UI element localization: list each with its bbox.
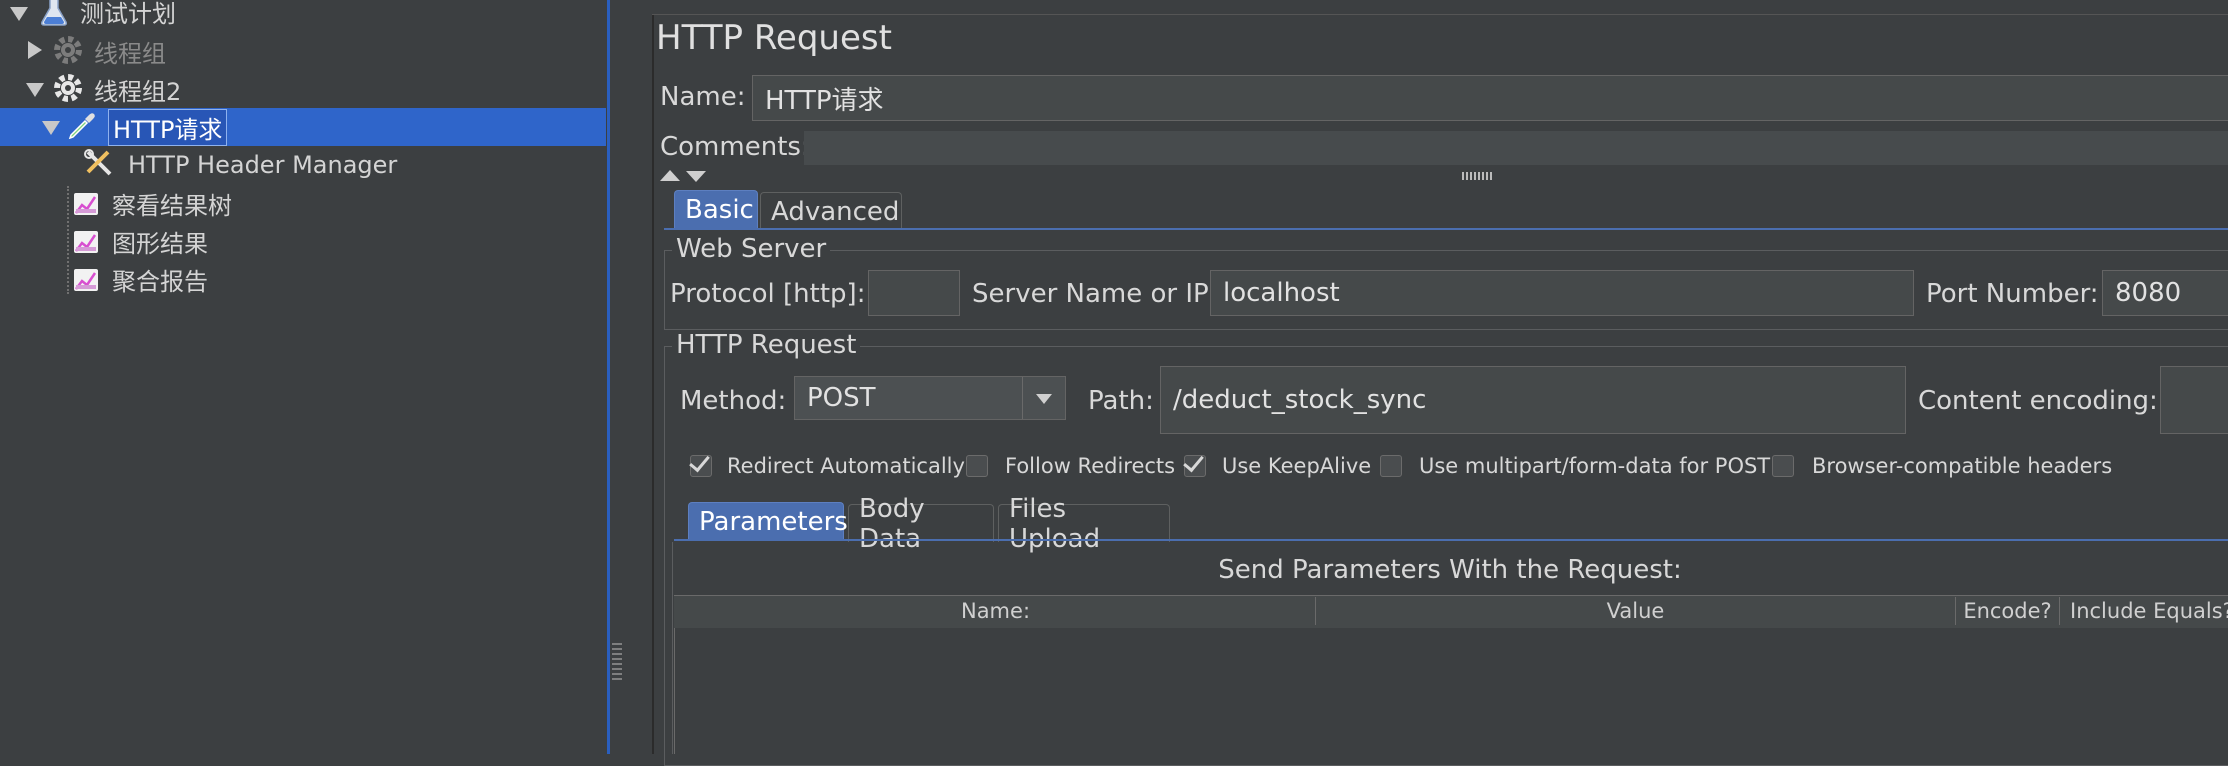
graph-chart-icon xyxy=(74,231,98,253)
tree-item-label: HTTP Header Manager xyxy=(128,151,398,179)
tab-body-data[interactable]: Body Data xyxy=(848,494,994,554)
web-server-legend: Web Server xyxy=(672,234,831,264)
tab-advanced[interactable]: Advanced xyxy=(760,192,902,230)
tree-guide-line xyxy=(67,186,69,294)
server-name-field[interactable]: localhost xyxy=(1210,270,1914,316)
use-multipart-label: Use multipart/form-data for POST xyxy=(1419,454,1771,478)
method-label: Method: xyxy=(680,386,787,416)
tab-underline xyxy=(664,228,2228,230)
panel-border xyxy=(652,14,2228,15)
tab-parameters[interactable]: Parameters xyxy=(688,502,848,540)
http-request-legend: HTTP Request xyxy=(672,330,861,360)
method-select[interactable]: POST xyxy=(794,376,1066,420)
tree-item-http-request[interactable]: HTTP请求 xyxy=(108,108,228,146)
column-header-value[interactable]: Value xyxy=(1316,597,1956,625)
tree-item-graph-results[interactable]: 图形结果 xyxy=(108,222,212,260)
browser-compatible-headers-label: Browser-compatible headers xyxy=(1812,454,2113,478)
follow-redirects-checkbox[interactable] xyxy=(966,455,988,477)
tree-item-label: 线程组2 xyxy=(94,77,182,106)
tree-item-label: 察看结果树 xyxy=(112,191,232,220)
port-number-field[interactable]: 8080 xyxy=(2102,270,2228,316)
parameters-title: Send Parameters With the Request: xyxy=(1218,555,1682,585)
port-number-label: Port Number: xyxy=(1926,279,2099,309)
expand-arrow-icon[interactable] xyxy=(42,121,60,135)
gear-icon xyxy=(54,74,82,102)
server-name-label: Server Name or IP: xyxy=(972,279,1218,309)
flask-icon xyxy=(41,0,67,26)
divider-grip-icon[interactable] xyxy=(1462,172,1492,180)
collapse-arrow-icon[interactable] xyxy=(28,41,42,59)
protocol-label: Protocol [http]: xyxy=(670,279,866,309)
comments-field[interactable] xyxy=(804,131,2228,165)
name-label: Name: xyxy=(660,82,746,112)
expand-down-icon[interactable] xyxy=(686,171,706,182)
tree-item-http-header-manager[interactable]: HTTP Header Manager xyxy=(124,146,401,184)
path-field[interactable]: /deduct_stock_sync xyxy=(1160,366,1906,434)
browser-compatible-headers-checkbox[interactable] xyxy=(1772,455,1794,477)
graph-chart-icon xyxy=(74,193,98,215)
use-keepalive-label: Use KeepAlive xyxy=(1222,454,1372,478)
column-header-encode[interactable]: Encode? xyxy=(1956,597,2060,625)
comments-label: Comments: xyxy=(660,132,810,162)
method-value: POST xyxy=(807,383,876,413)
tab-underline xyxy=(674,539,2228,541)
pipette-icon xyxy=(68,113,95,140)
redirect-automatically-checkbox[interactable] xyxy=(689,450,712,477)
tree-item-thread-group-2[interactable]: 线程组2 xyxy=(90,70,185,108)
tree-item-aggregate-report[interactable]: 聚合报告 xyxy=(108,260,212,298)
protocol-field[interactable] xyxy=(868,270,960,316)
follow-redirects-label: Follow Redirects xyxy=(1005,454,1176,478)
tree-item-label: HTTP请求 xyxy=(108,108,228,146)
collapse-up-icon[interactable] xyxy=(660,170,680,181)
parameters-table-body[interactable] xyxy=(674,628,2228,754)
chevron-down-icon[interactable] xyxy=(1036,394,1052,404)
tree-item-thread-group-1[interactable]: 线程组 xyxy=(90,32,170,70)
select-divider xyxy=(1022,377,1023,419)
column-header-include-equals[interactable]: Include Equals? xyxy=(2060,597,2228,625)
panel-border xyxy=(652,14,654,754)
splitter-grip-icon[interactable] xyxy=(612,640,622,680)
redirect-automatically-label: Redirect Automatically xyxy=(727,454,965,478)
test-plan-tree[interactable]: 测试计划 线程组 线程组2 HTTP请求 HTTP Header Manager xyxy=(0,0,608,754)
tree-item-label: 测试计划 xyxy=(80,0,176,28)
column-header-name[interactable]: Name: xyxy=(676,597,1316,625)
graph-chart-icon xyxy=(74,269,98,291)
expand-arrow-icon[interactable] xyxy=(10,7,28,21)
use-keepalive-checkbox[interactable] xyxy=(1183,450,1206,477)
use-multipart-checkbox[interactable] xyxy=(1380,455,1402,477)
tree-item-label: 图形结果 xyxy=(112,229,208,258)
tree-item-label: 线程组 xyxy=(94,39,166,68)
tab-basic[interactable]: Basic xyxy=(674,190,758,228)
tree-item-test-plan[interactable]: 测试计划 xyxy=(76,0,180,30)
wrench-screwdriver-icon xyxy=(84,149,112,176)
content-encoding-field[interactable] xyxy=(2160,366,2228,434)
tree-item-label: 聚合报告 xyxy=(112,267,208,296)
tab-files-upload[interactable]: Files Upload xyxy=(998,494,1170,554)
content-encoding-label: Content encoding: xyxy=(1918,386,2158,416)
path-label: Path: xyxy=(1088,386,1154,416)
name-field[interactable]: HTTP请求 xyxy=(752,75,2228,121)
tree-item-view-results-tree[interactable]: 察看结果树 xyxy=(108,184,236,222)
gear-icon xyxy=(54,36,82,64)
expand-arrow-icon[interactable] xyxy=(26,83,44,97)
page-title: HTTP Request xyxy=(656,18,892,58)
